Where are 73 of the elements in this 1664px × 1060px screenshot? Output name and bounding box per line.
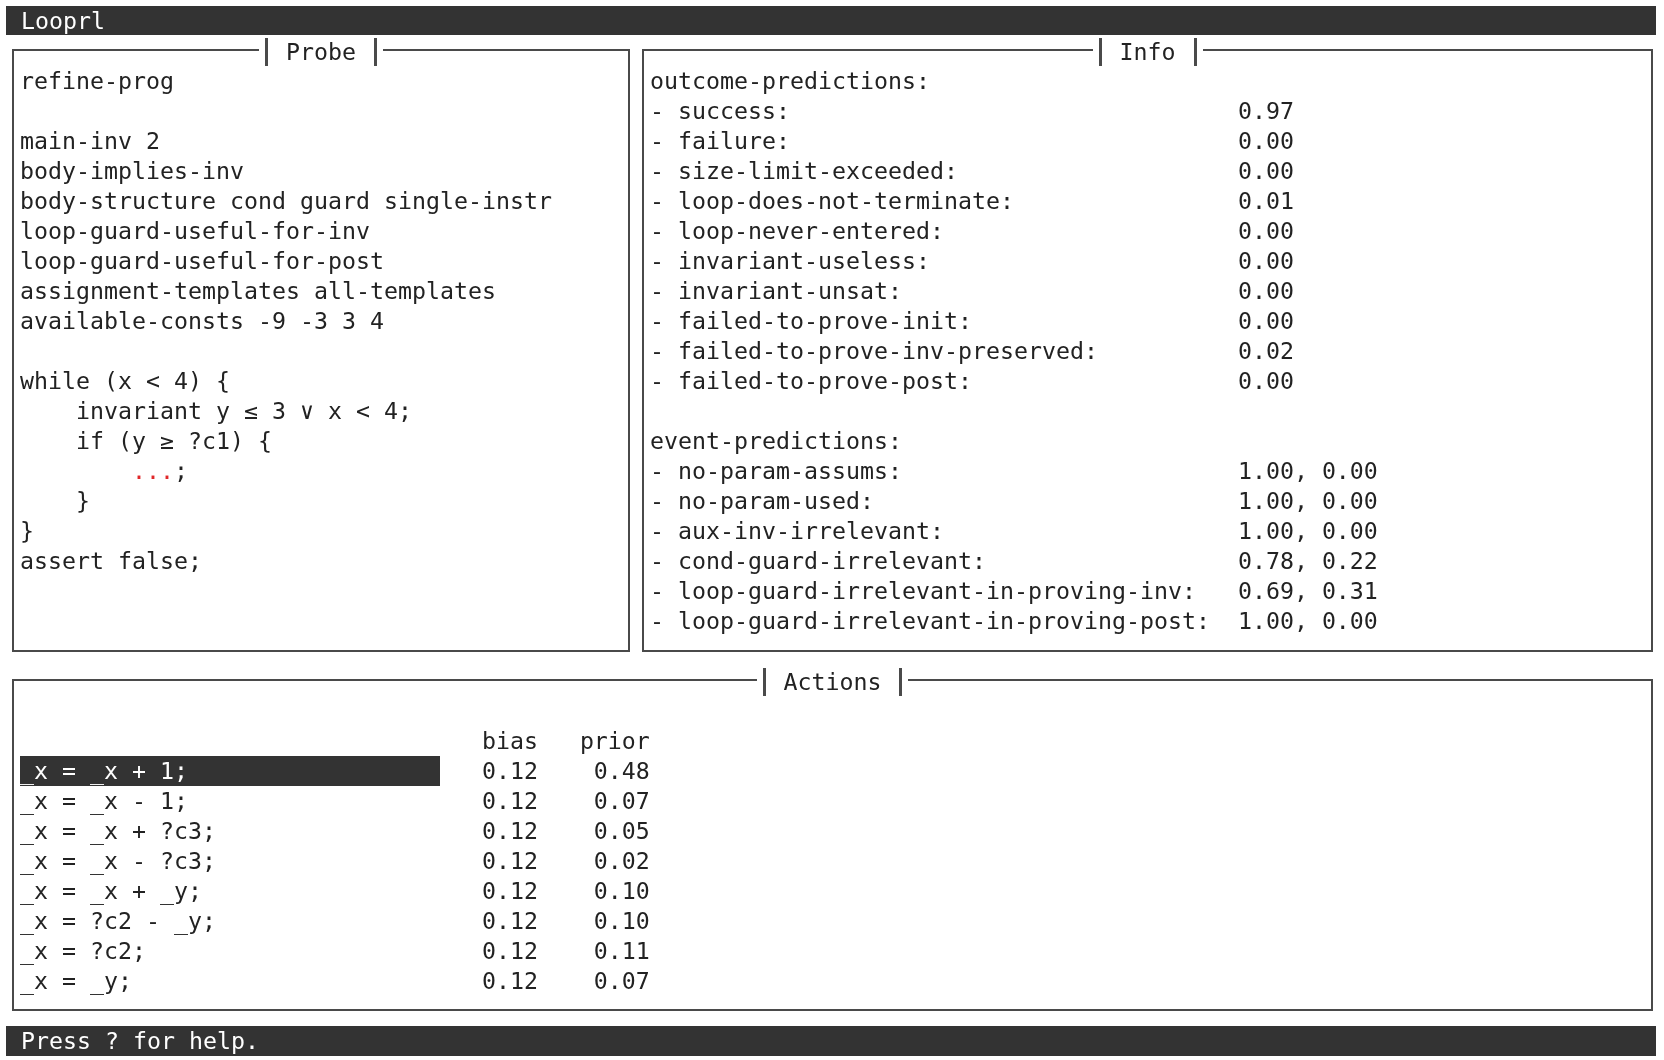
table-cell: 0.12 (481, 756, 538, 784)
table-cell: 0.12 (481, 816, 538, 844)
section-heading: outcome-predictions: (650, 65, 930, 96)
prediction-label: - failed-to-prove-inv-preserved: (650, 336, 1098, 364)
column-header: bias (481, 726, 538, 754)
prediction-value: 0.00 (1237, 275, 1294, 306)
table-cell: 0.02 (593, 845, 650, 876)
prediction-label: - invariant-unsat: (650, 276, 902, 304)
panel-title: Info (1098, 37, 1197, 66)
table-cell: 0.12 (481, 936, 538, 964)
prediction-value: 0.00 (1237, 125, 1294, 156)
table-cell: 0.05 (593, 815, 650, 846)
table-cell: 0.10 (593, 905, 650, 936)
prediction-value: 1.00, 0.00 (1237, 605, 1378, 636)
probe-line: loop-guard-useful-for-inv (20, 215, 370, 246)
prediction-value: 1.00, 0.00 (1237, 515, 1378, 546)
prediction-value: 0.00 (1237, 215, 1294, 246)
panel-title: Probe (265, 37, 377, 66)
prediction-label: - aux-inv-irrelevant: (650, 516, 944, 544)
code-line: if (y ≥ ?c1) { (76, 425, 272, 456)
probe-line: body-implies-inv (20, 155, 244, 186)
status-text: Press ? for help. (21, 1026, 259, 1056)
prediction-label: - failure: (650, 126, 790, 154)
table-cell: 0.07 (593, 785, 650, 816)
action-item[interactable]: _x = _x + 1; (20, 755, 440, 786)
probe-line: body-structure cond guard single-instr (20, 185, 552, 216)
prediction-value: 0.01 (1237, 185, 1294, 216)
code-line: assert false; (20, 545, 202, 576)
table-cell: 0.12 (481, 906, 538, 934)
probe-line: assignment-templates all-templates (20, 275, 496, 306)
code-line: invariant y ≤ 3 ∨ x < 4; (76, 395, 412, 426)
table-cell: 0.12 (481, 966, 538, 994)
prediction-label: - loop-guard-irrelevant-in-proving-inv: (650, 576, 1196, 604)
code-line: while (x < 4) { (20, 365, 230, 396)
probe-line: refine-prog (20, 65, 174, 96)
panel-title: Actions (762, 667, 903, 696)
table-cell: 0.12 (481, 876, 538, 904)
prediction-value: 1.00, 0.00 (1237, 455, 1378, 486)
prediction-value: 0.78, 0.22 (1237, 545, 1378, 576)
prediction-value: 0.00 (1237, 365, 1294, 396)
prediction-value: 0.69, 0.31 (1237, 575, 1378, 606)
prediction-value: 1.00, 0.00 (1237, 485, 1378, 516)
prediction-label: - cond-guard-irrelevant: (650, 546, 986, 574)
prediction-value: 0.00 (1237, 155, 1294, 186)
column-header: prior (579, 725, 650, 756)
probe-line: main-inv 2 (20, 125, 160, 156)
prediction-value: 0.00 (1237, 305, 1294, 336)
prediction-label: - failed-to-prove-init: (650, 306, 972, 334)
table-cell: 0.12 (481, 786, 538, 814)
prediction-label: - failed-to-prove-post: (650, 366, 972, 394)
prediction-label: - invariant-useless: (650, 246, 930, 274)
probe-line: loop-guard-useful-for-post (20, 245, 384, 276)
code-line: } (76, 485, 90, 516)
prediction-label: - loop-does-not-terminate: (650, 186, 1014, 214)
section-heading: event-predictions: (650, 425, 902, 456)
prediction-label: - success: (650, 96, 790, 124)
window-title: Looprl (21, 6, 105, 35)
table-cell: 0.07 (593, 965, 650, 996)
code-line: ...; (131, 455, 188, 486)
prediction-label: - no-param-used: (650, 486, 874, 514)
code-line: } (20, 515, 34, 546)
table-cell: 0.11 (593, 935, 650, 966)
table-cell: 0.12 (481, 846, 538, 874)
prediction-value: 0.97 (1237, 95, 1294, 126)
prediction-label: - no-param-assums: (650, 456, 902, 484)
prediction-value: 0.02 (1237, 335, 1294, 366)
probe-line: available-consts -9 -3 3 4 (20, 305, 384, 336)
prediction-value: 0.00 (1237, 245, 1294, 276)
table-cell: 0.10 (593, 875, 650, 906)
prediction-label: - loop-guard-irrelevant-in-proving-post: (650, 606, 1210, 634)
prediction-label: - size-limit-exceeded: (650, 156, 958, 184)
table-cell: 0.48 (593, 755, 650, 786)
prediction-label: - loop-never-entered: (650, 216, 944, 244)
